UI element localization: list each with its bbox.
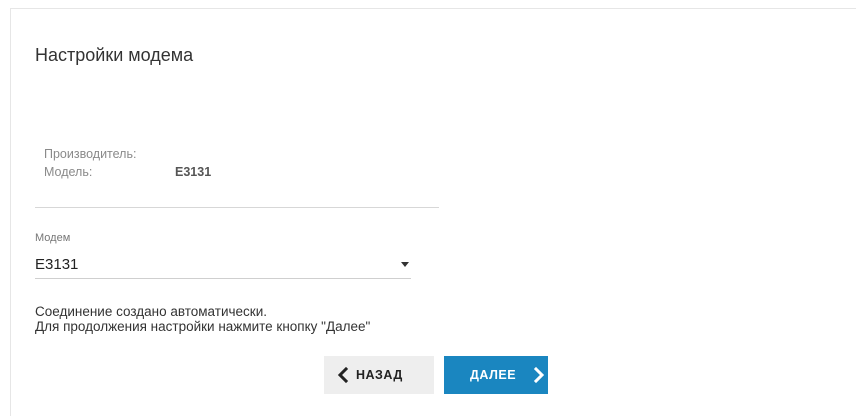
next-button[interactable]: ДАЛЕЕ (444, 356, 548, 394)
back-button-label: НАЗАД (356, 368, 403, 382)
page-title: Настройки модема (35, 45, 194, 65)
model-value: E3131 (175, 165, 212, 179)
caret-down-icon (401, 262, 409, 267)
chevron-left-icon (337, 367, 349, 383)
modem-select-label: Модем (35, 232, 71, 244)
model-row: Модель: E3131 (44, 165, 211, 179)
manufacturer-label: Производитель: (44, 147, 137, 161)
back-button[interactable]: НАЗАД (324, 356, 434, 394)
modem-select[interactable]: E3131 (35, 249, 411, 279)
model-label: Модель: (44, 165, 93, 179)
message-line-1: Соединение создано автоматически. (35, 304, 267, 319)
modem-select-value: E3131 (35, 256, 79, 273)
next-button-label: ДАЛЕЕ (470, 368, 517, 382)
message-line-2: Для продолжения настройки нажмите кнопку… (35, 319, 371, 334)
chevron-right-icon (533, 367, 545, 383)
manufacturer-row: Производитель: (44, 147, 136, 161)
section-divider (35, 207, 439, 208)
modem-settings-panel: Настройки модема Производитель: Модель: … (10, 8, 856, 416)
